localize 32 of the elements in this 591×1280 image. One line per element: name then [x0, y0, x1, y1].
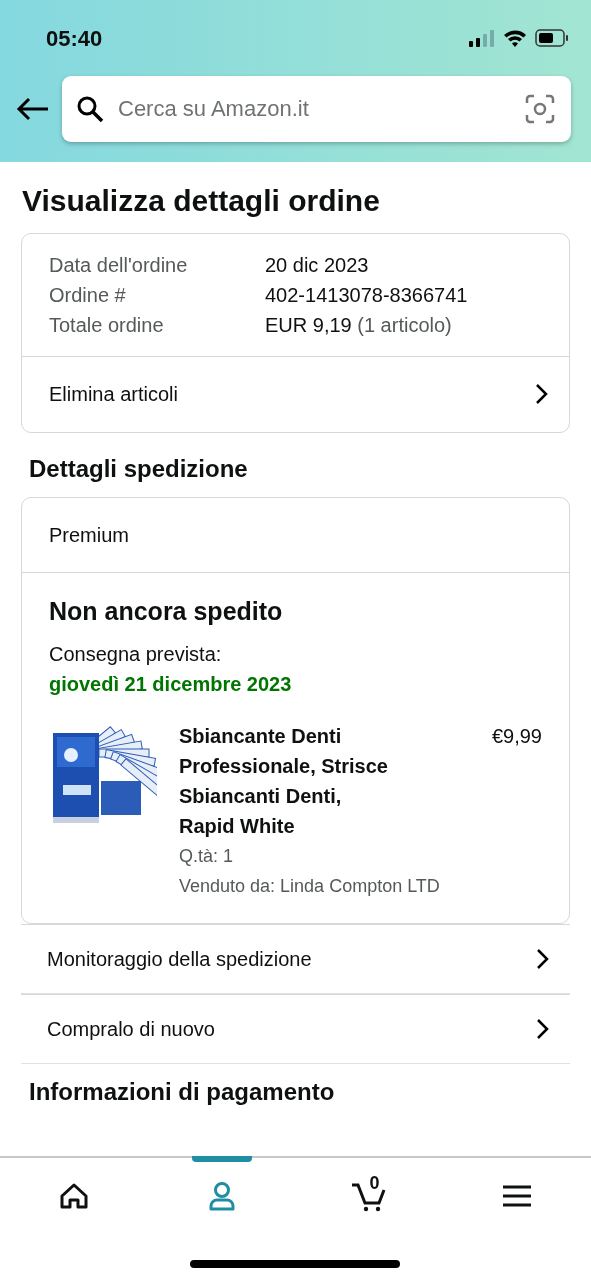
field-label: Data dell'ordine [49, 253, 189, 278]
field-value: 20 dic 2023 [265, 253, 370, 278]
status-time: 05:40 [46, 24, 103, 53]
signal-icon [469, 29, 495, 47]
section-heading: Dettagli spedizione [29, 454, 249, 484]
chevron-right-icon [536, 1017, 550, 1040]
battery-icon [535, 29, 569, 47]
page-title: Visualizza dettagli ordine [22, 183, 381, 219]
back-button[interactable] [16, 96, 50, 122]
chevron-right-icon [536, 947, 550, 970]
seller-text: Venduto da: Linda Compton LTD [179, 874, 441, 898]
camera-scan-icon[interactable] [525, 94, 555, 124]
wifi-icon [503, 29, 527, 47]
product-price: €9,99 [491, 723, 542, 749]
field-label: Totale ordine [49, 313, 165, 338]
field-value: 402-1413078-8366741 [265, 283, 469, 308]
field-value: EUR 9,19 [265, 314, 352, 336]
delivery-date: giovedì 21 dicembre 2023 [49, 671, 293, 697]
quantity-text: Q.tà: 1 [179, 844, 235, 868]
list-link[interactable]: Compralo di nuovo [21, 993, 570, 1064]
search-field[interactable]: Cerca su Amazon.it [62, 76, 571, 142]
list-link[interactable]: Monitoraggio della spedizione [21, 923, 570, 994]
active-indicator [191, 1156, 252, 1162]
shipment-status: Non ancora spedito [49, 596, 284, 627]
product-title[interactable]: Sbiancante Denti Professionale, Strisce Sbiancanti Denti, Rapid White [179, 720, 394, 841]
delete-items-link[interactable]: Elimina articoli [22, 357, 569, 432]
shipping-program: Premium [49, 524, 129, 546]
field-label: Ordine # [49, 283, 127, 308]
delivery-label: Consegna prevista: [49, 641, 223, 667]
item-count: (1 articolo) [357, 314, 452, 336]
section-heading: Informazioni di pagamento [29, 1076, 336, 1107]
chevron-right-icon [535, 383, 549, 405]
